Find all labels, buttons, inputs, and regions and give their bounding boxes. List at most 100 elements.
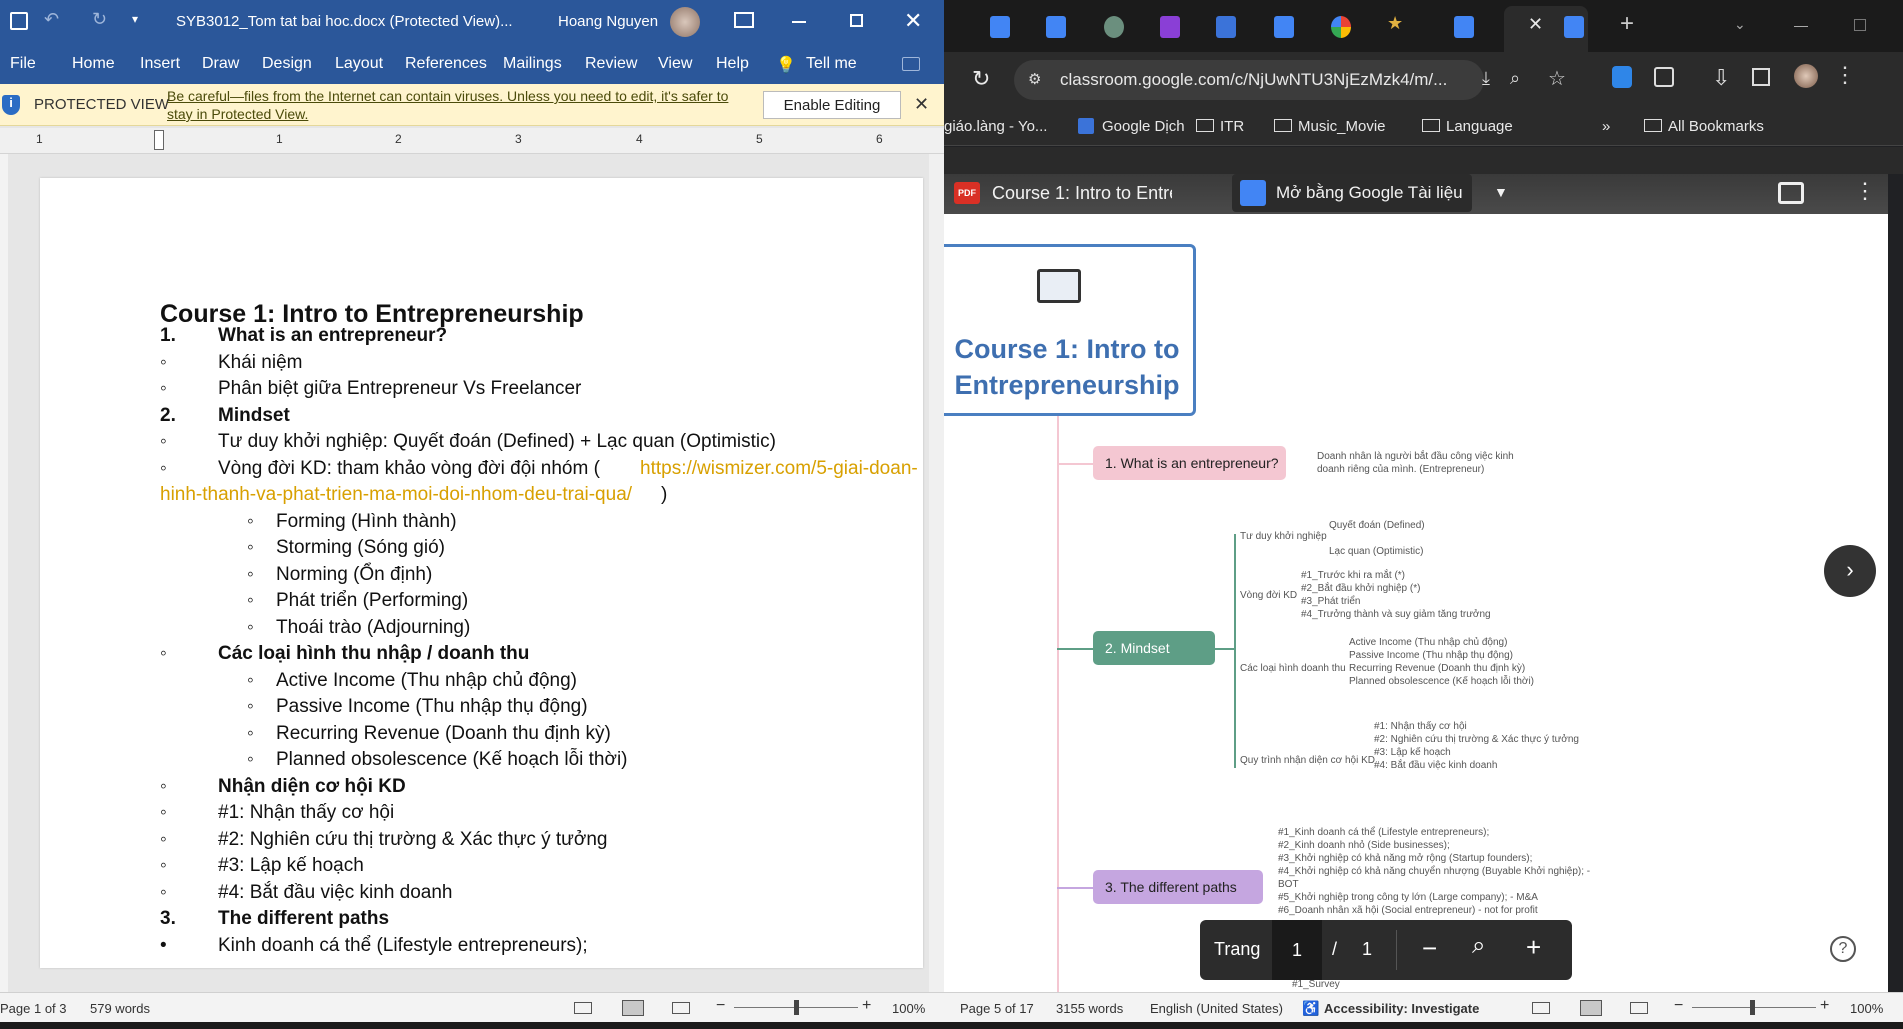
language[interactable]: English (United States) (1150, 1001, 1283, 1016)
accessibility-status[interactable]: Accessibility: Investigate (1324, 1001, 1479, 1016)
quick-access-dropdown-icon[interactable]: ▾ (132, 12, 138, 26)
address-bar[interactable]: ⚙ classroom.google.com/c/NjUwNTU3NjEzMzk… (1014, 60, 1484, 100)
page-count[interactable]: Page 5 of 17 (960, 1001, 1034, 1016)
close-tab-icon[interactable]: ✕ (1528, 14, 1543, 35)
hyperlink[interactable]: hinh-thanh-va-phat-trien-ma-moi-doi-nhom… (160, 484, 632, 506)
url-text[interactable]: classroom.google.com/c/NjUwNTU3NjEzMzk4/… (1060, 70, 1447, 90)
tab-docs-icon[interactable] (1274, 16, 1294, 38)
lightbulb-icon[interactable]: 💡 (776, 55, 796, 75)
tab-google-icon[interactable] (1331, 16, 1351, 38)
word-count[interactable]: 579 words (90, 1001, 150, 1016)
tab-docs-icon[interactable] (1454, 16, 1474, 38)
zoom-fit-icon[interactable]: ⌕ (1472, 932, 1485, 960)
zoom-level[interactable]: 100% (1850, 1001, 1883, 1016)
zoom-out-icon[interactable]: − (1422, 933, 1437, 964)
accessibility-icon[interactable]: ♿ (1302, 1000, 1319, 1017)
zoom-level[interactable]: 100% (892, 1001, 925, 1016)
tab-design[interactable]: Design (262, 55, 312, 73)
tab-home[interactable]: Home (72, 55, 115, 73)
zoom-in-icon[interactable]: + (1526, 932, 1541, 963)
zoom-in-icon[interactable]: + (862, 997, 871, 1015)
tab-docs-icon[interactable] (1046, 16, 1066, 38)
maximize-icon[interactable] (1854, 19, 1866, 31)
horizontal-ruler[interactable]: 1 1 2 3 4 5 6 (0, 128, 944, 154)
read-mode-icon[interactable] (574, 1002, 592, 1014)
side-panel-icon[interactable] (1752, 68, 1770, 86)
maximize-icon[interactable] (850, 14, 863, 27)
indent-marker[interactable] (154, 130, 164, 150)
user-name[interactable]: Hoang Nguyen (558, 13, 658, 30)
undo-icon[interactable]: ↶ (44, 9, 59, 30)
open-with-docs-button[interactable]: Mở bằng Google Tài liệu (1232, 174, 1472, 212)
vertical-scrollbar[interactable] (929, 154, 944, 992)
hyperlink[interactable]: https://wismizer.com/5-giai-doan- (640, 458, 918, 480)
print-layout-icon[interactable] (1580, 1000, 1602, 1016)
bookmark-item[interactable]: giáo.làng - Yo... (944, 118, 1047, 135)
reload-icon[interactable]: ↻ (972, 66, 990, 92)
tab-docs-icon[interactable] (1564, 16, 1584, 38)
print-layout-icon[interactable] (622, 1000, 644, 1016)
tab-mailings[interactable]: Mailings (503, 55, 562, 73)
page-input[interactable]: 1 (1272, 920, 1322, 980)
tab-file[interactable]: File (10, 55, 36, 73)
profile-avatar[interactable] (1794, 64, 1818, 88)
document-page[interactable]: Course 1: Intro to Entrepreneurship 1. Wh… (40, 178, 923, 968)
site-info-icon[interactable]: ⚙ (1028, 70, 1041, 88)
tab-layout[interactable]: Layout (335, 55, 383, 73)
tab-review[interactable]: Review (585, 55, 637, 73)
zoom-in-icon[interactable]: + (1820, 997, 1829, 1015)
close-bar-icon[interactable]: ✕ (914, 94, 929, 115)
tab-view[interactable]: View (658, 55, 692, 73)
redo-icon[interactable]: ↻ (92, 9, 107, 30)
extension-drop-icon[interactable] (1612, 66, 1632, 88)
save-icon[interactable] (10, 12, 28, 30)
tab-search-icon[interactable]: ⌄ (1734, 16, 1746, 33)
read-mode-icon[interactable] (1532, 1002, 1550, 1014)
more-bookmarks-icon[interactable]: » (1602, 118, 1610, 135)
dropdown-arrow-icon[interactable]: ▼ (1494, 184, 1508, 200)
comments-icon[interactable] (902, 57, 920, 71)
minimize-icon[interactable] (1794, 26, 1808, 27)
menu-icon[interactable]: ⋮ (1834, 62, 1856, 88)
web-layout-icon[interactable] (672, 1002, 690, 1014)
tab-draw[interactable]: Draw (202, 55, 239, 73)
bookmark-folder[interactable]: Music_Movie (1298, 118, 1386, 135)
close-icon[interactable]: ✕ (904, 8, 922, 34)
bookmark-item[interactable]: Google Dịch (1102, 118, 1185, 135)
zoom-out-icon[interactable]: − (716, 997, 725, 1015)
enable-editing-button[interactable]: Enable Editing (763, 91, 901, 119)
pdf-content[interactable]: Course 1: Intro to Entrepreneurship 1. W… (944, 214, 1888, 996)
more-options-icon[interactable]: ⋮ (1854, 178, 1876, 204)
help-icon[interactable]: ? (1830, 936, 1856, 962)
tab-insert[interactable]: Insert (140, 55, 180, 73)
page-count[interactable]: Page 1 of 3 (0, 1001, 67, 1016)
protected-view-message[interactable]: Be careful—files from the Internet can c… (167, 87, 757, 123)
minimize-icon[interactable] (792, 21, 806, 23)
next-page-button[interactable]: › (1824, 545, 1876, 597)
bookmark-folder[interactable]: Language (1446, 118, 1513, 135)
downloads-icon[interactable]: ⇩ (1712, 65, 1730, 91)
tell-me-search[interactable]: Tell me (806, 55, 857, 73)
tab-chatgpt-icon[interactable] (1104, 16, 1124, 38)
print-icon[interactable] (1778, 182, 1804, 204)
vertical-ruler[interactable] (0, 154, 8, 994)
install-icon[interactable]: ⤓ (1482, 68, 1490, 89)
tab-docs-icon[interactable] (990, 16, 1010, 38)
ribbon-display-icon[interactable] (734, 12, 754, 28)
zoom-icon[interactable]: ⌕ (1510, 68, 1520, 89)
tab-star-icon[interactable]: ★ (1387, 13, 1407, 35)
zoom-slider-thumb[interactable] (1750, 1000, 1755, 1015)
tab-translate-icon[interactable] (1216, 16, 1236, 38)
tab-bing-icon[interactable] (1160, 16, 1180, 38)
tab-references[interactable]: References (405, 55, 487, 73)
extensions-icon[interactable] (1654, 67, 1674, 87)
new-tab-icon[interactable]: + (1620, 10, 1634, 38)
word-count[interactable]: 3155 words (1056, 1001, 1123, 1016)
all-bookmarks[interactable]: All Bookmarks (1668, 118, 1764, 135)
zoom-out-icon[interactable]: − (1674, 997, 1683, 1015)
bookmark-folder[interactable]: ITR (1220, 118, 1244, 135)
zoom-slider-thumb[interactable] (794, 1000, 799, 1015)
tab-help[interactable]: Help (716, 55, 749, 73)
web-layout-icon[interactable] (1630, 1002, 1648, 1014)
avatar[interactable] (670, 7, 700, 37)
